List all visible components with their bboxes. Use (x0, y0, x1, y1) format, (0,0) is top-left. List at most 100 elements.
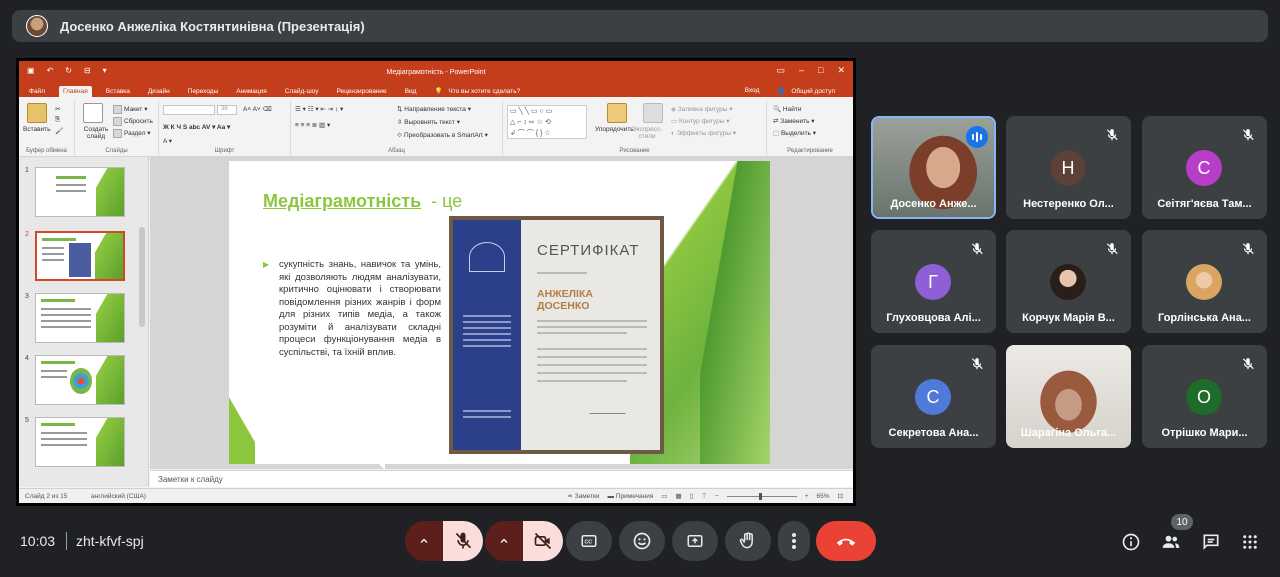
camera-control (485, 521, 563, 561)
font-size-field[interactable]: 36 (217, 105, 237, 115)
more-options-button[interactable] (778, 521, 810, 561)
slide-thumb-5[interactable] (35, 417, 125, 467)
customize-icon[interactable]: ▾ (103, 66, 107, 75)
cut-icon[interactable]: ✂ (55, 105, 60, 113)
participant-tile[interactable]: Шарагіна Ольга... (1006, 345, 1131, 448)
login-link[interactable]: Вход (741, 85, 764, 97)
format-painter-icon[interactable]: 🖌 (55, 127, 63, 135)
layout-button[interactable]: Макет ▾ (113, 105, 147, 114)
normal-view-icon[interactable]: ▭ (661, 492, 667, 500)
zoom-in-icon[interactable]: + (805, 493, 809, 500)
close-icon[interactable]: ✕ (837, 65, 845, 76)
tab-transitions[interactable]: Переходы (184, 86, 223, 97)
mic-off-icon (1242, 129, 1254, 141)
tab-insert[interactable]: Вставка (102, 86, 134, 97)
font-format-icons[interactable]: Ж К Ч S abc AV ▾ Aa ▾ (163, 123, 230, 131)
camera-off-icon (534, 532, 552, 550)
replace-button[interactable]: ⇄ Заменить ▾ (773, 117, 815, 125)
participant-tile[interactable]: Г Глуховцова Алі... (871, 230, 996, 333)
new-slide-icon[interactable] (83, 103, 103, 123)
notes-field[interactable]: Заметки к слайду (150, 470, 853, 487)
activities-button[interactable] (1239, 531, 1261, 553)
notes-toggle[interactable]: ≐ Заметки (567, 492, 599, 500)
slideshow-icon[interactable]: ⊟ (84, 66, 91, 75)
reading-view-icon[interactable]: ▯ (690, 492, 694, 500)
new-slide-button[interactable]: Создать слайд (79, 126, 113, 140)
participant-tile[interactable]: С Секретова Ана... (871, 345, 996, 448)
thumbnail-scrollbar[interactable] (139, 227, 145, 327)
participant-tile[interactable]: С Сеітяг'яєва Там... (1142, 116, 1267, 219)
camera-toggle-button[interactable] (523, 521, 563, 561)
zoom-out-icon[interactable]: − (715, 493, 719, 500)
current-slide[interactable]: Медіаграмотність - це ▶ сукупність знань,… (229, 161, 770, 464)
section-button[interactable]: Раздел ▾ (113, 129, 151, 138)
slideshow-view-icon[interactable]: ⊤ (701, 492, 707, 500)
participant-tile[interactable]: Досенко Анже... (871, 116, 996, 219)
meeting-details-button[interactable] (1120, 531, 1142, 553)
participant-tile[interactable]: О Отрішко Мари... (1142, 345, 1267, 448)
participant-tile[interactable]: Корчук Марія В... (1006, 230, 1131, 333)
participant-tile[interactable]: Горлінська Ана... (1142, 230, 1267, 333)
captions-button[interactable]: CC (566, 521, 612, 561)
meeting-code[interactable]: zht-kfvf-spj (76, 533, 144, 549)
language-indicator[interactable]: английский (США) (91, 493, 146, 500)
font-color-icon[interactable]: A ▾ (163, 137, 172, 145)
outline-button[interactable]: ▭ Контур фигуры ▾ (671, 117, 729, 125)
slide-thumb-1[interactable] (35, 167, 125, 217)
chat-button[interactable] (1200, 531, 1222, 553)
find-button[interactable]: 🔍 Найти (773, 105, 801, 113)
present-button[interactable] (672, 521, 718, 561)
arrange-button[interactable]: Упорядочить (595, 126, 634, 133)
tab-slideshow[interactable]: Слайд-шоу (281, 86, 323, 97)
people-button[interactable] (1160, 531, 1182, 553)
zoom-level[interactable]: 65% (817, 493, 830, 500)
effects-button[interactable]: ◐ Эффекты фигуры ▾ (671, 129, 736, 137)
copy-icon[interactable]: ⎘ (55, 116, 60, 124)
align-text-button[interactable]: ⇳ Выровнять текст ▾ (397, 118, 460, 126)
redo-icon[interactable]: ↻ (65, 66, 72, 75)
paste-icon[interactable] (27, 103, 47, 123)
comments-toggle[interactable]: ▬ Примечания (608, 493, 654, 500)
minimize-icon[interactable]: – (799, 65, 804, 76)
text-direction-button[interactable]: ⇅ Направление текста ▾ (397, 105, 471, 113)
express-styles-button[interactable]: Экспресс-стили (629, 126, 665, 140)
slide-thumb-3[interactable] (35, 293, 125, 343)
paste-button[interactable]: Вставить (23, 126, 51, 133)
zoom-slider[interactable] (726, 492, 797, 500)
tell-me-search[interactable]: 💡 Что вы хотите сделать? (430, 85, 528, 97)
share-button[interactable]: 👤 Общий доступ (773, 85, 843, 97)
camera-options-button[interactable] (485, 521, 523, 561)
undo-icon[interactable]: ↶ (47, 66, 54, 75)
tab-view[interactable]: Вид (401, 86, 421, 97)
raise-hand-button[interactable] (725, 521, 771, 561)
leave-call-button[interactable] (816, 521, 876, 561)
align-icons[interactable]: ≡ ≡ ≡ ≣ ▥ ▾ (295, 121, 330, 129)
fit-slide-icon[interactable]: ⊡ (838, 492, 843, 500)
ribbon-options-icon[interactable]: ▭ (776, 65, 785, 76)
mic-options-button[interactable] (405, 521, 443, 561)
reactions-button[interactable] (619, 521, 665, 561)
shapes-gallery[interactable]: ▭ ╲ ╲ ▭ ○ ▭ △ ⌐ ↕ ⇨ ☆ ⟲ ↲ ⌒ ⌒ { } ☆ (507, 105, 587, 139)
tab-review[interactable]: Рецензирование (332, 86, 390, 97)
slide-thumb-4[interactable] (35, 355, 125, 405)
participant-tile[interactable]: Н Нестеренко Ол... (1006, 116, 1131, 219)
smartart-button[interactable]: ⟐ Преобразовать в SmartArt ▾ (397, 131, 488, 140)
tab-file[interactable]: Файл (25, 86, 49, 97)
tab-design[interactable]: Дизайн (144, 86, 174, 97)
reset-button[interactable]: Сбросить (113, 117, 153, 126)
tab-home[interactable]: Главная (58, 86, 92, 97)
fill-button[interactable]: ◈ Заливка фигуры ▾ (671, 105, 733, 113)
express-styles-icon[interactable] (643, 103, 663, 123)
tab-animation[interactable]: Анимация (232, 86, 271, 97)
maximize-icon[interactable]: □ (818, 65, 823, 76)
mic-toggle-button[interactable] (443, 521, 483, 561)
list-icons[interactable]: ☰ ▾ ☷ ▾ ⇤ ⇥ ↕ ▾ (295, 105, 343, 113)
participant-name: Сеітяг'яєва Там... (1157, 198, 1252, 210)
select-button[interactable]: ⬚ Выделить ▾ (773, 129, 816, 137)
arrange-icon[interactable] (607, 103, 627, 123)
font-name-field[interactable] (163, 105, 215, 115)
slide-thumb-2[interactable] (35, 231, 125, 281)
grow-font-icon[interactable]: A˄ A˅ ⌫ (243, 105, 272, 113)
sorter-view-icon[interactable]: ▦ (676, 492, 682, 500)
save-icon[interactable]: ▣ (27, 66, 35, 75)
